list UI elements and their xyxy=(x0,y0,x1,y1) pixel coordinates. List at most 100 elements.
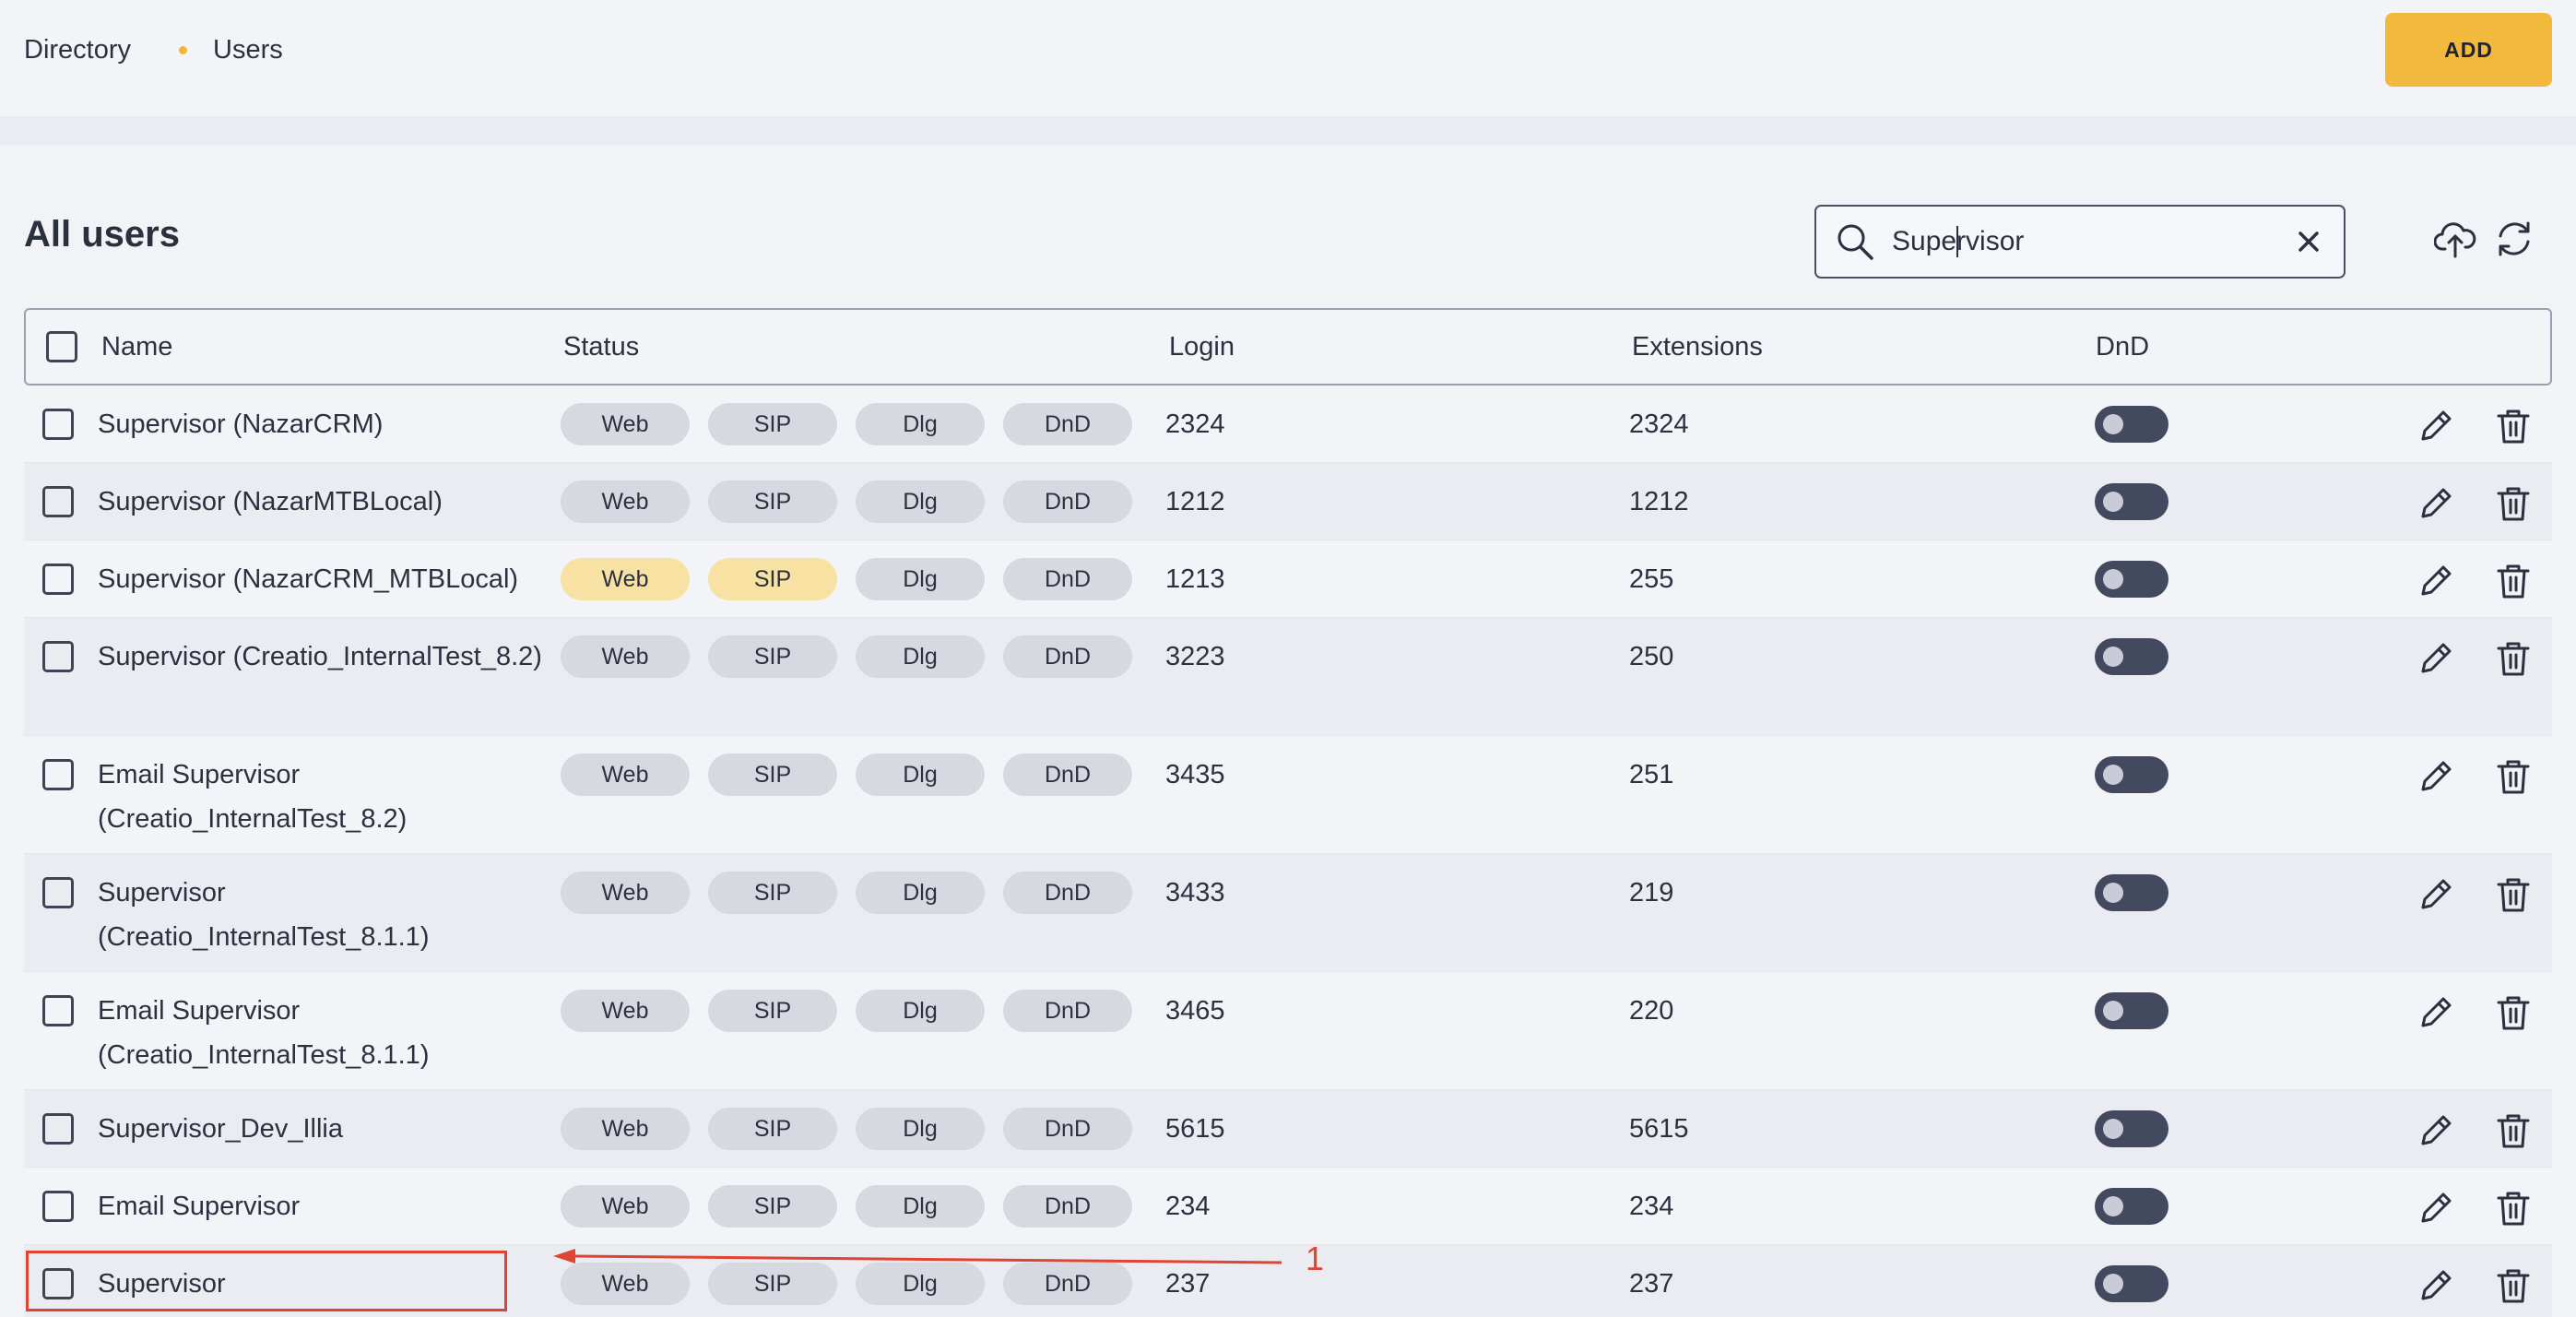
user-name: Email Supervisor (Creatio_InternalTest_8… xyxy=(98,760,408,834)
row-checkbox[interactable] xyxy=(42,486,74,517)
trash-icon[interactable] xyxy=(2493,874,2534,915)
column-dnd[interactable]: DnD xyxy=(2096,332,2149,362)
user-extensions: 219 xyxy=(1629,878,1674,908)
user-login: 1213 xyxy=(1165,564,1225,594)
status-pill-sip: SIP xyxy=(708,403,837,445)
column-extensions[interactable]: Extensions xyxy=(1632,332,1763,362)
user-name: Supervisor_Dev_Illia xyxy=(98,1114,343,1144)
row-checkbox[interactable] xyxy=(42,564,74,595)
edit-icon[interactable] xyxy=(2416,1188,2456,1228)
status-pill-web: Web xyxy=(561,753,690,796)
row-checkbox[interactable] xyxy=(42,1113,74,1145)
page-title: All users xyxy=(24,214,180,255)
select-all-checkbox[interactable] xyxy=(46,331,77,362)
status-pill-sip: SIP xyxy=(708,990,837,1032)
column-status[interactable]: Status xyxy=(563,332,639,362)
user-login: 3465 xyxy=(1165,996,1225,1026)
row-checkbox[interactable] xyxy=(42,1191,74,1222)
breadcrumb-directory[interactable]: Directory xyxy=(24,35,131,65)
status-pill-web: Web xyxy=(561,872,690,914)
table-row[interactable]: Supervisor (Creatio_InternalTest_8.1.1) … xyxy=(24,854,2552,972)
edit-icon[interactable] xyxy=(2416,406,2456,446)
trash-icon[interactable] xyxy=(2493,1188,2534,1228)
status-pill-dlg: Dlg xyxy=(856,990,985,1032)
search-box[interactable] xyxy=(1814,205,2346,279)
dnd-toggle[interactable] xyxy=(2095,406,2168,443)
trash-icon[interactable] xyxy=(2493,992,2534,1033)
edit-icon[interactable] xyxy=(2416,561,2456,601)
trash-icon[interactable] xyxy=(2493,561,2534,601)
edit-icon[interactable] xyxy=(2416,992,2456,1033)
clear-icon[interactable] xyxy=(2294,227,2323,256)
table-row[interactable]: Supervisor_Dev_Illia Web SIP Dlg DnD 5615 5… xyxy=(24,1090,2552,1168)
column-name[interactable]: Name xyxy=(101,332,172,362)
add-button[interactable]: ADD xyxy=(2385,13,2552,87)
table-row[interactable]: Email Supervisor (Creatio_InternalTest_8… xyxy=(24,736,2552,854)
trash-icon[interactable] xyxy=(2493,756,2534,797)
trash-icon[interactable] xyxy=(2493,1265,2534,1306)
status-pill-web: Web xyxy=(561,990,690,1032)
text-caret xyxy=(1956,226,1958,257)
user-login: 3433 xyxy=(1165,878,1225,908)
status-pill-dlg: Dlg xyxy=(856,403,985,445)
trash-icon[interactable] xyxy=(2493,406,2534,446)
user-name: Supervisor (Creatio_InternalTest_8.2) xyxy=(98,642,542,671)
dnd-toggle[interactable] xyxy=(2095,1265,2168,1302)
status-pill-web: Web xyxy=(561,558,690,600)
trash-icon[interactable] xyxy=(2493,1110,2534,1151)
row-checkbox[interactable] xyxy=(42,759,74,790)
dnd-toggle[interactable] xyxy=(2095,992,2168,1029)
edit-icon[interactable] xyxy=(2416,638,2456,679)
table-row[interactable]: Email Supervisor Web SIP Dlg DnD 234 234 xyxy=(24,1168,2552,1245)
edit-icon[interactable] xyxy=(2416,483,2456,524)
dnd-toggle[interactable] xyxy=(2095,561,2168,598)
dnd-toggle[interactable] xyxy=(2095,1110,2168,1147)
breadcrumb-users: Users xyxy=(213,34,283,65)
table-row[interactable]: Supervisor (NazarCRM) Web SIP Dlg DnD 2324 … xyxy=(24,386,2552,463)
status-pill-dnd: DnD xyxy=(1003,753,1132,796)
edit-icon[interactable] xyxy=(2416,1265,2456,1306)
status-pill-dnd: DnD xyxy=(1003,635,1132,678)
trash-icon[interactable] xyxy=(2493,483,2534,524)
dnd-toggle[interactable] xyxy=(2095,756,2168,793)
user-extensions: 251 xyxy=(1629,760,1674,789)
status-pill-dnd: DnD xyxy=(1003,1185,1132,1228)
dnd-toggle[interactable] xyxy=(2095,1188,2168,1225)
status-pill-dlg: Dlg xyxy=(856,635,985,678)
table-row[interactable]: Email Supervisor (Creatio_InternalTest_8… xyxy=(24,972,2552,1090)
status-pill-web: Web xyxy=(561,635,690,678)
row-checkbox[interactable] xyxy=(42,641,74,672)
user-name: Supervisor (NazarMTBLocal) xyxy=(98,487,443,516)
upload-icon[interactable] xyxy=(2434,218,2476,260)
edit-icon[interactable] xyxy=(2416,874,2456,915)
trash-icon[interactable] xyxy=(2493,638,2534,679)
status-pill-dlg: Dlg xyxy=(856,753,985,796)
search-input[interactable] xyxy=(1892,226,2261,257)
table-row[interactable]: Supervisor (NazarMTBLocal) Web SIP Dlg DnD … xyxy=(24,463,2552,540)
refresh-icon[interactable] xyxy=(2493,218,2535,260)
status-pill-sip: SIP xyxy=(708,481,837,523)
column-login[interactable]: Login xyxy=(1169,332,1235,362)
status-pill-sip: SIP xyxy=(708,872,837,914)
status-pill-dlg: Dlg xyxy=(856,872,985,914)
user-login: 2324 xyxy=(1165,409,1225,439)
dnd-toggle[interactable] xyxy=(2095,483,2168,520)
edit-icon[interactable] xyxy=(2416,756,2456,797)
user-extensions: 2324 xyxy=(1629,409,1689,439)
table-header: Name Status Login Extensions DnD xyxy=(24,308,2552,386)
status-pill-dnd: DnD xyxy=(1003,990,1132,1032)
user-extensions: 1212 xyxy=(1629,487,1689,516)
dnd-toggle[interactable] xyxy=(2095,874,2168,911)
status-pill-dnd: DnD xyxy=(1003,1108,1132,1150)
user-extensions: 234 xyxy=(1629,1192,1674,1221)
search-icon xyxy=(1837,224,1873,260)
row-checkbox[interactable] xyxy=(42,409,74,440)
status-pill-sip: SIP xyxy=(708,1108,837,1150)
row-checkbox[interactable] xyxy=(42,995,74,1026)
row-checkbox[interactable] xyxy=(42,877,74,908)
table-row[interactable]: Supervisor (NazarCRM_MTBLocal) Web SIP Dlg… xyxy=(24,540,2552,618)
status-pill-web: Web xyxy=(561,403,690,445)
table-row[interactable]: Supervisor (Creatio_InternalTest_8.2) We… xyxy=(24,618,2552,736)
dnd-toggle[interactable] xyxy=(2095,638,2168,675)
edit-icon[interactable] xyxy=(2416,1110,2456,1151)
